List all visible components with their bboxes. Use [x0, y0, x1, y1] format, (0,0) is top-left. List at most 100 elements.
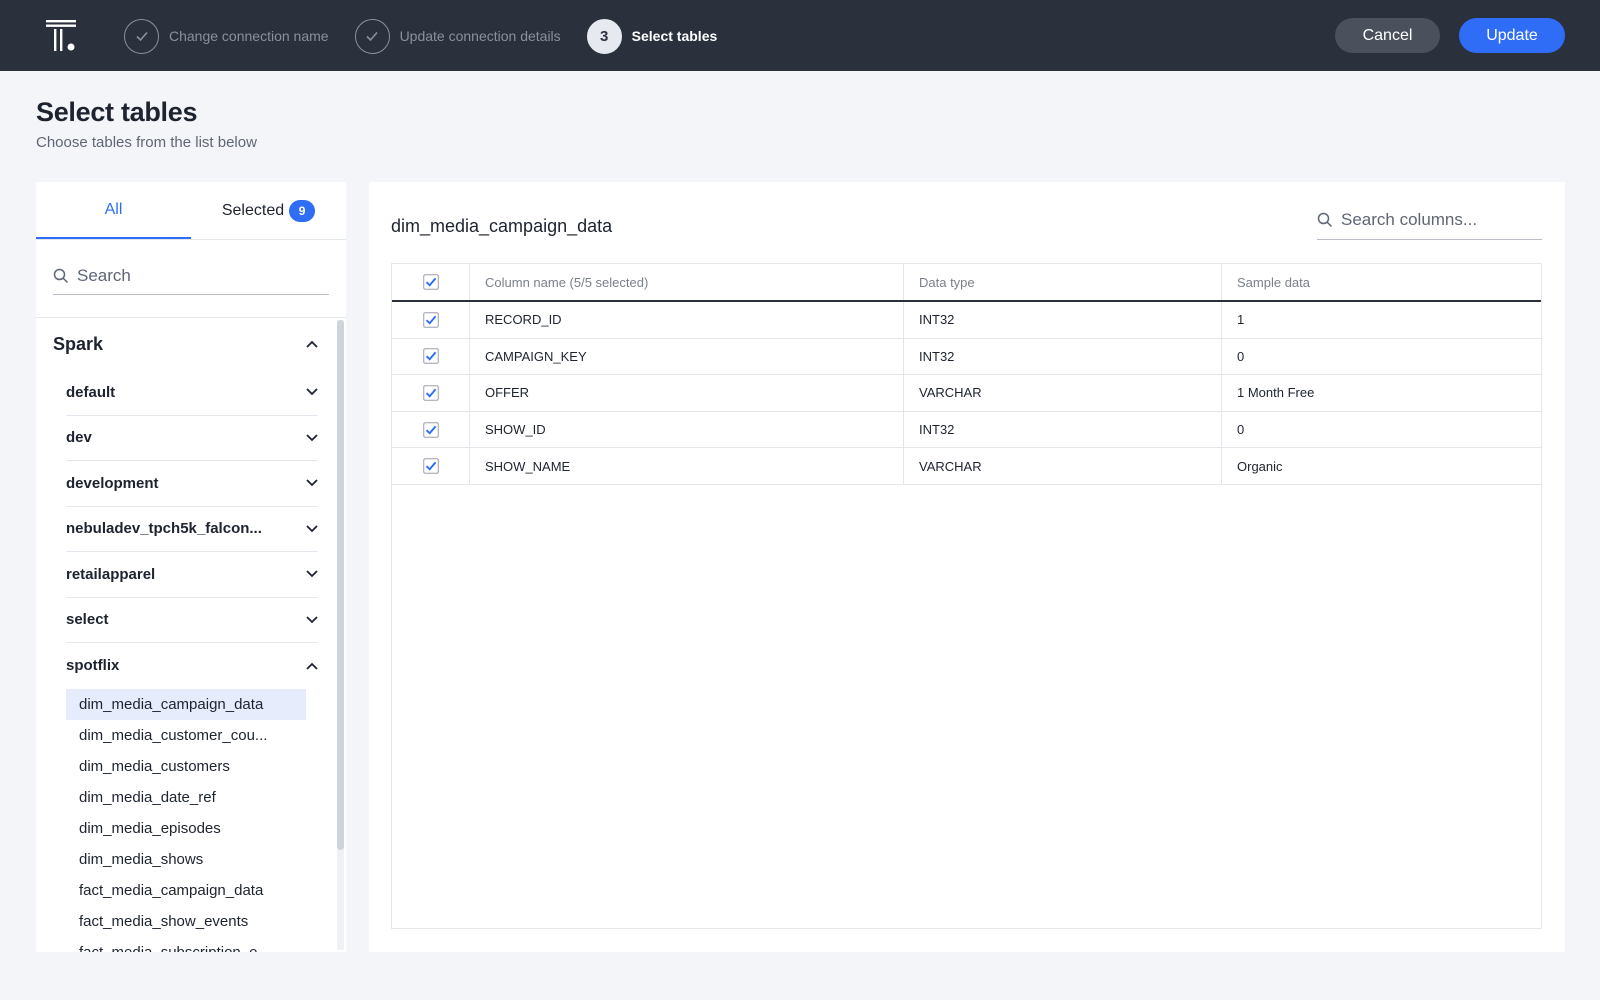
row-checkbox-cell	[392, 338, 470, 375]
row-checkbox-cell	[392, 375, 470, 411]
data-type-cell: INT32	[904, 338, 1222, 375]
search-icon	[53, 268, 69, 283]
browser-tabs: All Selected 9	[36, 182, 346, 240]
row-checkbox[interactable]	[422, 347, 440, 365]
tree-scrollbar[interactable]	[337, 320, 344, 950]
header-data-type: Data type	[904, 264, 1222, 300]
step-label: Update connection details	[399, 28, 561, 44]
step-done-check-icon	[354, 18, 390, 54]
header-column-name: Column name (5/5 selected)	[470, 264, 904, 300]
chevron-down-icon	[306, 525, 318, 533]
schema-tree: Spark default dev development nebuladev_…	[36, 318, 336, 952]
sample-data-cell: 1 Month Free	[1237, 385, 1315, 401]
step-change-connection-name: Change connection name	[124, 18, 329, 54]
column-name-cell: SHOW_NAME	[470, 448, 904, 484]
chevron-down-icon	[306, 479, 318, 487]
checkbox-checked-icon	[422, 421, 439, 438]
schema-label: default	[66, 383, 116, 401]
sample-data-cell: 0	[1237, 348, 1245, 364]
data-type-cell: VARCHAR	[904, 375, 1222, 411]
update-button[interactable]: Update	[1459, 18, 1565, 53]
schema-item-development[interactable]: development	[66, 461, 318, 507]
column-search	[1317, 200, 1542, 240]
data-type-cell: INT32	[904, 302, 1222, 338]
row-checkbox[interactable]	[422, 457, 440, 475]
schema-item-nebuladev[interactable]: nebuladev_tpch5k_falcon...	[66, 507, 318, 552]
schema-item-select[interactable]: select	[66, 598, 318, 643]
step-label: Select tables	[631, 28, 718, 44]
table-item[interactable]: fact_media_campaign_data	[66, 875, 306, 906]
row-checkbox[interactable]	[422, 384, 440, 402]
checkbox-checked-icon	[422, 458, 439, 474]
column-name-cell: RECORD_ID	[470, 302, 904, 338]
step-select-tables: 3 Select tables	[586, 18, 718, 54]
table-row[interactable]: RECORD_ID INT32 1	[392, 302, 1541, 339]
checkbox-checked-icon	[422, 274, 439, 290]
tree-root-spark[interactable]: Spark	[36, 318, 336, 370]
schema-item-spotflix[interactable]: spotflix	[66, 643, 318, 689]
top-bar: Change connection name Update connection…	[0, 0, 1600, 71]
schema-label: retailapparel	[66, 565, 156, 583]
sample-data-cell: 1	[1237, 312, 1245, 328]
tree-root-label: Spark	[53, 333, 104, 354]
table-item[interactable]: dim_media_shows	[66, 844, 306, 875]
row-checkbox[interactable]	[422, 311, 440, 329]
select-all-cell	[392, 264, 470, 300]
tab-all[interactable]: All	[36, 182, 191, 239]
column-name-cell: SHOW_ID	[470, 411, 904, 448]
step-number: 3	[586, 18, 622, 54]
schema-item-dev[interactable]: dev	[66, 416, 318, 461]
schema-label: nebuladev_tpch5k_falcon...	[66, 520, 262, 538]
table-item[interactable]: dim_media_customers	[66, 751, 306, 782]
table-item-dim-media-campaign-data[interactable]: dim_media_campaign_data	[66, 688, 306, 720]
step-update-connection-details: Update connection details	[354, 18, 561, 54]
page-subtitle: Choose tables from the list below	[36, 134, 257, 151]
cancel-button[interactable]: Cancel	[1335, 18, 1440, 53]
table-row[interactable]: SHOW_ID INT32 0	[392, 411, 1541, 449]
table-row[interactable]: OFFER VARCHAR 1 Month Free	[392, 375, 1541, 412]
table-browser-panel: All Selected 9 Spark default dev develop…	[36, 182, 346, 952]
tab-selected-label: Selected	[221, 201, 285, 219]
table-list: dim_media_campaign_data dim_media_custom…	[66, 688, 336, 953]
search-icon	[1317, 212, 1333, 227]
table-header-row: Column name (5/5 selected) Data type Sam…	[392, 264, 1541, 302]
header-sample-data: Sample data	[1237, 274, 1310, 290]
checkbox-checked-icon	[422, 312, 439, 328]
sample-data-cell: 0	[1237, 422, 1245, 438]
schema-label: select	[66, 611, 109, 629]
chevron-down-icon	[306, 616, 318, 624]
column-details-panel: dim_media_campaign_data Column name (5/5…	[369, 182, 1565, 952]
chevron-up-icon	[306, 662, 318, 670]
row-checkbox-cell	[392, 411, 470, 448]
table-item[interactable]: dim_media_customer_cou...	[66, 720, 306, 751]
chevron-down-icon	[306, 434, 318, 442]
step-label: Change connection name	[169, 28, 329, 44]
data-type-cell: VARCHAR	[904, 448, 1222, 484]
table-row[interactable]: SHOW_NAME VARCHAR Organic	[392, 448, 1541, 485]
row-checkbox[interactable]	[422, 421, 440, 439]
table-item[interactable]: dim_media_episodes	[66, 813, 306, 844]
table-item[interactable]: dim_media_date_ref	[66, 782, 306, 813]
column-search-input[interactable]	[1341, 209, 1521, 230]
table-search-input[interactable]	[77, 265, 307, 286]
chevron-down-icon	[306, 570, 318, 578]
schema-item-retailapparel[interactable]: retailapparel	[66, 552, 318, 598]
chevron-down-icon	[306, 388, 318, 396]
schema-item-default[interactable]: default	[66, 370, 318, 416]
column-name-cell: OFFER	[470, 375, 904, 411]
tab-selected[interactable]: Selected 9	[191, 182, 346, 239]
table-row[interactable]: CAMPAIGN_KEY INT32 0	[392, 338, 1541, 376]
table-item[interactable]: fact_media_subscription_e...	[66, 937, 306, 953]
step-done-check-icon	[124, 18, 159, 54]
wizard-steps: Change connection name Update connection…	[124, 18, 743, 54]
chevron-up-icon	[306, 340, 318, 348]
column-name-cell: CAMPAIGN_KEY	[470, 338, 904, 375]
select-all-checkbox[interactable]	[422, 273, 440, 291]
scrollbar-thumb[interactable]	[337, 320, 344, 850]
schema-label: spotflix	[66, 657, 120, 675]
table-item[interactable]: fact_media_show_events	[66, 906, 306, 937]
data-type-cell: INT32	[904, 411, 1222, 448]
row-checkbox-cell	[392, 448, 470, 484]
checkbox-checked-icon	[422, 385, 439, 401]
page-title: Select tables	[36, 97, 198, 127]
